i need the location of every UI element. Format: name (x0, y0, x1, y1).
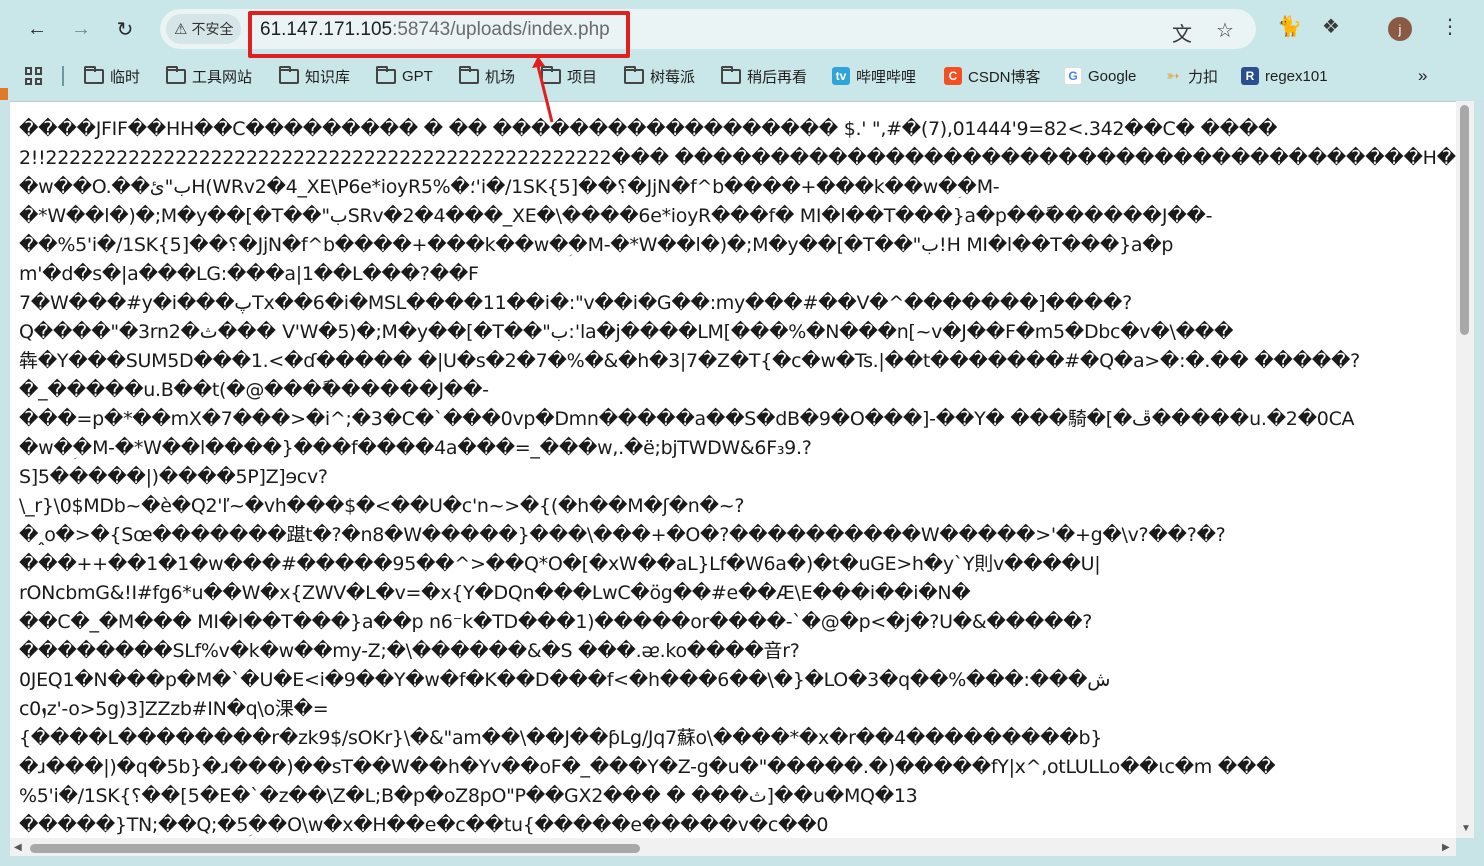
bilibili-icon: tv (832, 67, 850, 85)
bookmark-folder-temp[interactable]: 临时 (84, 64, 140, 88)
url-highlight-box (248, 11, 630, 58)
warning-icon: ⚠ (174, 21, 188, 38)
binary-text-line: %5'i�/1SK{؟��[5�E�`�z��\Z�L;B�p�oZ8pO"P�… (19, 785, 918, 807)
bookmark-label: 临时 (110, 68, 141, 86)
window-edge (0, 100, 10, 866)
bookmark-label: 树莓派 (650, 68, 696, 86)
bookmark-folder-raspberry[interactable]: 树莓派 (624, 64, 695, 88)
binary-text-line: ����JFIF��HH��C��������� � �� ����������… (19, 118, 1278, 140)
folder-icon (721, 65, 741, 84)
bookmarks-bar: 临时 工具网站 知识库 GPT 机场 项目 树莓派 稍后再看 tv 哔哩哔哩 C… (0, 60, 1484, 92)
binary-text-line: S]5�����|)����5P]Z]ɘcv? (19, 466, 328, 488)
folder-icon (624, 65, 644, 84)
bookmark-folder-tools[interactable]: 工具网站 (166, 64, 252, 88)
bookmark-label: 项目 (567, 68, 598, 86)
bookmark-label: Google (1088, 67, 1137, 85)
binary-text-line: ��C�_�M��� MI�l��T���}a��p n6⁻k�TD���1)�… (19, 611, 1093, 633)
folder-icon (459, 65, 479, 84)
bookmark-folder-airport[interactable]: 机场 (459, 64, 515, 88)
folder-icon (166, 65, 186, 84)
bookmark-label: GPT (402, 67, 433, 85)
bookmark-label: 知识库 (305, 68, 351, 86)
binary-text-line: cܙ0z'-o>5g)3]ZZzb#IN�q\o淉�= (19, 698, 329, 720)
bookmark-label: regex101 (1265, 67, 1328, 85)
bookmark-csdn[interactable]: C CSDN博客 (944, 64, 1041, 88)
security-chip[interactable]: ⚠ 不安全 (166, 14, 242, 44)
bookmark-folder-knowledge[interactable]: 知识库 (279, 64, 350, 88)
scroll-left-icon[interactable]: ◀ (14, 842, 22, 853)
bookmark-leetcode[interactable]: ➳ 力扣 (1164, 64, 1218, 88)
folder-icon (84, 65, 104, 84)
bookmarks-separator (62, 66, 64, 86)
binary-text-line: �w��O.��ب"ئH(WRv2�4_XE\P6e*ioyR5%�؛'i�/1… (19, 176, 1000, 198)
scroll-right-icon[interactable]: ▶ (1442, 842, 1450, 853)
translate-icon[interactable]: 文 (1172, 18, 1192, 47)
vertical-scrollbar[interactable]: ▼ (1456, 101, 1474, 838)
binary-text-line: ���=p�*��mX�7���>�i^;�3�C�`���0vp�Dmn���… (19, 408, 1355, 430)
menu-kebab-icon[interactable]: ⋮ (1440, 14, 1460, 39)
bookmark-star-icon[interactable]: ☆ (1216, 18, 1234, 43)
binary-text-line: ��%5'i�/1SK{؟��[5�JjN�f^b����+���k��w�ؚ�… (19, 234, 1174, 256)
binary-text-line: 犇�Y���SUM5D���1.<�ɗ����� �|U�s�2�7�%�&�h… (19, 350, 1360, 372)
horizontal-scroll-thumb[interactable] (30, 844, 640, 853)
bookmark-folder-read-later[interactable]: 稍后再看 (721, 64, 807, 88)
binary-text-line: m'�d�s�|a���LG:���a|1��L���?��F (19, 263, 479, 285)
browser-chrome: ← → ↻ ⚠ 不安全 61.147.171.105:58743/uploads… (0, 0, 1484, 100)
folder-icon (279, 65, 299, 84)
binary-text-line: rONcbmG&!I#fg6*u��W�x{ZWV�L�v=�x{Y�DQn��… (19, 582, 971, 604)
binary-text-line: 7�W���#y�i���پTx��6�i�MSL����11��i�:"v��… (19, 292, 1132, 314)
binary-text-line: �ɹ���|)�q�5b}�ɹ���)��sT��W��h�Yv��oF�_��… (19, 756, 1276, 778)
binary-text-line: 0JEQ1�N���p�M�`�U�E<i�9��Y�w�f�K��D���f<… (19, 669, 1111, 691)
security-label: 不安全 (191, 21, 234, 37)
binary-text-line: \_r}\0$MDb~�è�Q2'ľ~�vh���$�<��U�c'n~>�{(… (19, 495, 745, 517)
scroll-down-icon[interactable]: ▼ (1461, 823, 1471, 834)
binary-text-line: �ꞈo�>�{Sœ�������踸t�?�n8�W�����}���\���+�… (19, 524, 1226, 546)
binary-text-line: �w�ؚ�M-�*W��l����}���f����4a���=_���w,.�… (19, 437, 812, 459)
csdn-icon: C (944, 67, 962, 85)
bookmark-label: CSDN博客 (968, 68, 1041, 86)
extensions-puzzle-icon[interactable]: ❖ (1322, 14, 1340, 39)
bookmark-regex101[interactable]: R regex101 (1241, 64, 1328, 88)
bookmark-label: 哔哩哔哩 (856, 68, 917, 86)
binary-text-line: Q����"�3rn2�ث��� V'W�5)�;M�y��[�T��"ب:'l… (19, 321, 1234, 343)
extension-cat-icon[interactable]: 🐈 (1277, 14, 1302, 39)
google-icon: G (1064, 67, 1082, 85)
binary-text-line: �����}TN;��Q;�5ؚ��O\w�x�H��e�c��tu{�����… (19, 814, 829, 836)
reload-icon[interactable]: ↻ (108, 12, 142, 46)
binary-text-line: ���++��1�1�w���#�����95��^>��Q*O�[�xW��a… (19, 553, 1101, 575)
vertical-scroll-thumb[interactable] (1460, 105, 1469, 335)
page-content: ����JFIF��HH��C��������� � �� ����������… (10, 101, 1466, 838)
binary-text-line: 2!!2222222222222222222222222222222222222… (19, 147, 1466, 169)
leetcode-icon: ➳ (1166, 68, 1180, 85)
back-icon[interactable]: ← (20, 12, 54, 46)
binary-text-line: ��������SLf%v�k�w��my-Z;�\������&�S ���.… (19, 640, 800, 662)
bookmarks-overflow-icon[interactable]: » (1418, 64, 1427, 88)
bookmark-folder-gpt[interactable]: GPT (376, 64, 433, 88)
bookmark-google[interactable]: G Google (1064, 64, 1136, 88)
bookmark-bilibili[interactable]: tv 哔哩哔哩 (832, 64, 916, 88)
browser-toolbar: ← → ↻ ⚠ 不安全 61.147.171.105:58743/uploads… (0, 0, 1484, 56)
profile-avatar[interactable]: j (1388, 17, 1412, 41)
annotation-arrow (532, 56, 554, 123)
bookmark-label: 工具网站 (192, 68, 253, 86)
regex101-icon: R (1241, 67, 1259, 85)
apps-grid-icon[interactable] (25, 67, 43, 85)
binary-text-line: {����L��������r�zk9$/sOKr}\�&"am��\��J��… (19, 727, 1102, 749)
folder-icon (376, 65, 396, 84)
bookmark-label: 机场 (485, 68, 516, 86)
binary-text-line: �*W��l�)�;M�y��[�T��"بSRv�2�4���_XE�\���… (19, 205, 1213, 227)
bookmark-label: 力扣 (1188, 68, 1219, 86)
binary-text-line: �_�����u.B��t(�@����ً�����J��- (19, 379, 489, 401)
bookmark-label: 稍后再看 (747, 68, 808, 86)
horizontal-scrollbar[interactable]: ◀ ▶ (10, 838, 1456, 856)
forward-icon[interactable]: → (64, 12, 98, 46)
